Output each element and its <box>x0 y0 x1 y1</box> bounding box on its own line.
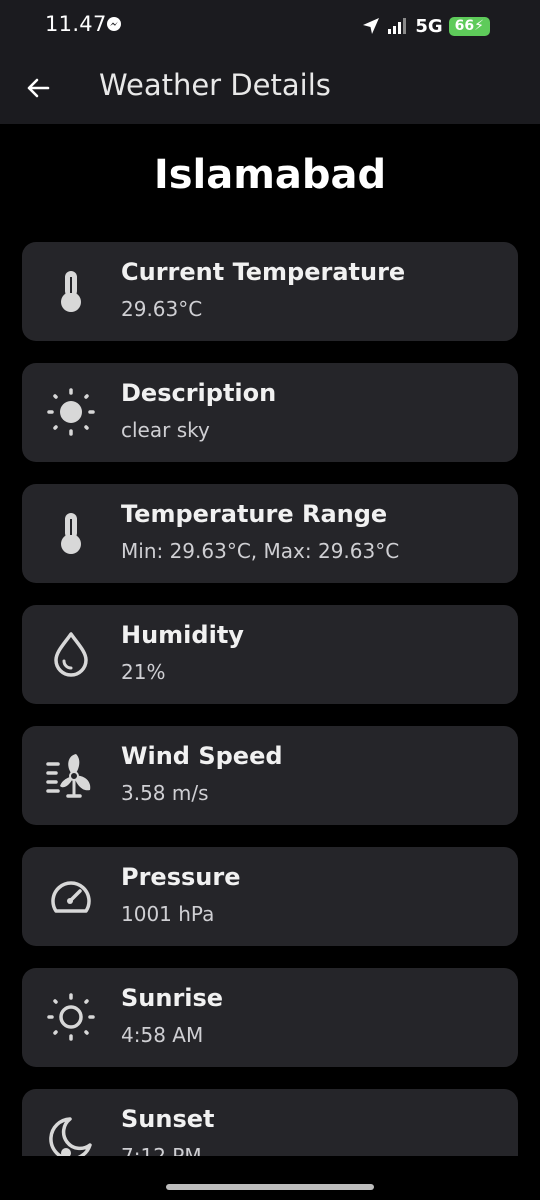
detail-title: Wind Speed <box>121 742 283 770</box>
detail-card-humidity: Humidity 21% <box>22 605 518 704</box>
signal-bars-icon <box>388 18 407 34</box>
detail-card-pressure: Pressure 1001 hPa <box>22 847 518 946</box>
detail-card-description: Description clear sky <box>22 363 518 462</box>
detail-title: Temperature Range <box>121 500 388 528</box>
detail-title: Description <box>121 379 277 407</box>
detail-value: clear sky <box>121 418 210 442</box>
detail-title: Current Temperature <box>121 258 406 286</box>
sunrise-icon <box>47 993 95 1041</box>
status-indicators: 5G 66⚡ <box>361 14 490 38</box>
gesture-navigation-bar[interactable] <box>166 1184 374 1190</box>
thermometer-icon <box>61 513 81 554</box>
app-bar: Weather Details <box>0 52 540 124</box>
water-drop-icon <box>54 632 88 677</box>
detail-value: 4:58 AM <box>121 1023 204 1047</box>
weather-details-list: Current Temperature 29.63°C Description … <box>22 242 518 1156</box>
moon-icon <box>49 1117 92 1156</box>
detail-value: 21% <box>121 660 166 684</box>
detail-card-temperature-range: Temperature Range Min: 29.63°C, Max: 29.… <box>22 484 518 583</box>
wind-fan-icon <box>46 754 91 798</box>
messenger-icon <box>107 17 121 31</box>
back-arrow-icon[interactable] <box>24 74 52 102</box>
detail-card-sunset: Sunset 7:12 PM <box>22 1089 518 1156</box>
network-type: 5G <box>415 15 443 37</box>
detail-value: 1001 hPa <box>121 902 215 926</box>
detail-value: Min: 29.63°C, Max: 29.63°C <box>121 539 400 563</box>
detail-card-sunrise: Sunrise 4:58 AM <box>22 968 518 1067</box>
detail-title: Sunrise <box>121 984 224 1012</box>
detail-title: Pressure <box>121 863 241 891</box>
detail-title: Sunset <box>121 1105 215 1133</box>
speedometer-icon <box>51 881 91 913</box>
status-time: 11.47 <box>45 12 107 36</box>
battery-level: 66 <box>454 17 475 34</box>
battery-indicator: 66⚡ <box>448 16 490 36</box>
detail-card-wind-speed: Wind Speed 3.58 m/s <box>22 726 518 825</box>
detail-card-current-temperature: Current Temperature 29.63°C <box>22 242 518 341</box>
status-bar: 11.47 5G 66⚡ <box>0 0 540 52</box>
thermometer-icon <box>61 271 81 312</box>
detail-value: 3.58 m/s <box>121 781 209 805</box>
detail-value: 7:12 PM <box>121 1144 202 1156</box>
sun-icon <box>47 388 95 436</box>
page-title: Weather Details <box>99 68 331 102</box>
detail-title: Humidity <box>121 621 244 649</box>
city-name: Islamabad <box>153 152 387 198</box>
navigation-arrow-icon <box>363 18 380 34</box>
detail-value: 29.63°C <box>121 297 203 321</box>
